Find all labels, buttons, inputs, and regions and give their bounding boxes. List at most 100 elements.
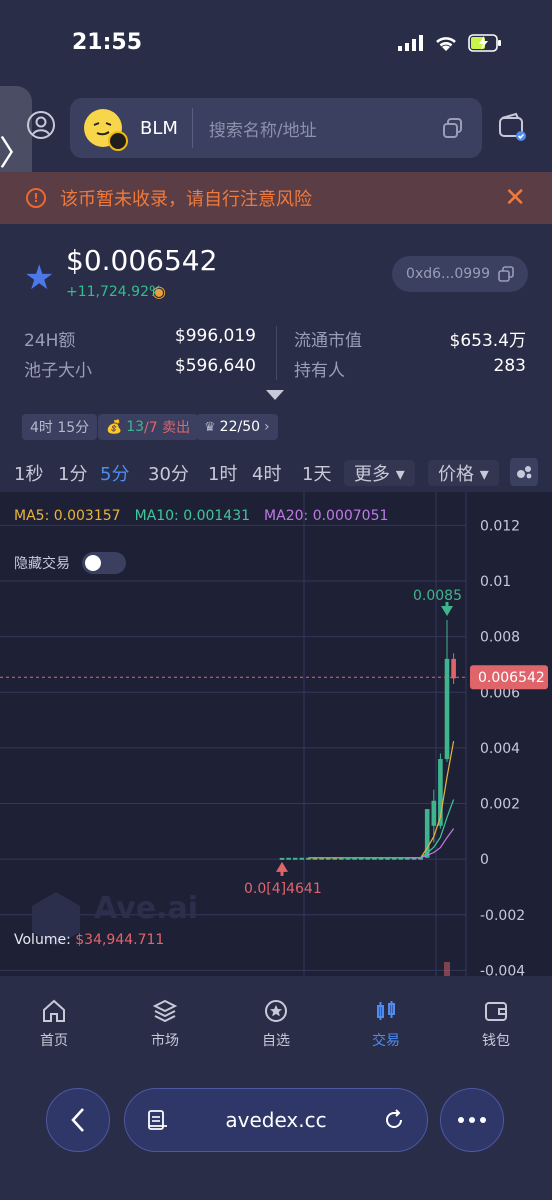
- ma5-label: MA5: 0.003157: [14, 508, 121, 524]
- ma10-label: MA10: 0.001431: [134, 508, 251, 524]
- hide-trades-toggle[interactable]: [82, 552, 126, 574]
- crown-icon: ♛: [204, 419, 216, 435]
- hide-trades-label: 隐藏交易: [14, 556, 70, 572]
- watermark-text: Ave.ai: [94, 891, 198, 926]
- expand-caret-icon[interactable]: [266, 390, 284, 400]
- tf-5m[interactable]: 5分: [100, 460, 129, 486]
- browser-toolbar: avedex.cc: [0, 1076, 552, 1200]
- star-circle-icon: [265, 1000, 287, 1022]
- candles-icon: [377, 1001, 395, 1020]
- copy-address-icon[interactable]: [498, 266, 514, 282]
- vol24h-value: $996,019: [174, 326, 256, 346]
- risk-warning-banner: ! 该币暂未收录，请自行注意风险 ✕: [0, 172, 552, 224]
- tf-1m[interactable]: 1分: [58, 460, 87, 486]
- candle-body: [444, 658, 450, 760]
- back-button[interactable]: [46, 1088, 110, 1152]
- reload-icon[interactable]: [383, 1109, 405, 1131]
- status-time: 21:55: [72, 30, 143, 55]
- token-avatar: [84, 109, 128, 151]
- more-options-button[interactable]: [440, 1088, 504, 1152]
- status-bar: 21:55: [0, 0, 552, 90]
- price-mode-dropdown[interactable]: 价格 ▾: [428, 460, 499, 486]
- risk-warning-text: 该币暂未收录，请自行注意风险: [60, 189, 312, 210]
- nav-home-label: 首页: [40, 1033, 68, 1049]
- price-chart[interactable]: 0.012 0.01 0.008 0.006 0.004 0.002 0 -0.002 -0.0…: [0, 492, 552, 976]
- tf-1s[interactable]: 1秒: [14, 460, 43, 486]
- price-mode-label: 价格: [438, 464, 474, 485]
- chain-badge-icon: [108, 131, 128, 151]
- chevron-right-small-icon: ›: [264, 419, 270, 435]
- ellipsis-icon: [458, 1117, 486, 1123]
- candle-body: [451, 658, 456, 679]
- tf-1h[interactable]: 1时: [208, 460, 237, 486]
- nav-market[interactable]: 市场: [125, 998, 205, 1050]
- wallet-icon: [485, 1002, 507, 1021]
- battery-icon: [468, 34, 501, 52]
- chart-settings-icon[interactable]: [510, 458, 538, 486]
- candle-body: [292, 857, 298, 860]
- search-input[interactable]: 搜索名称/地址: [209, 116, 442, 141]
- tf-4h[interactable]: 4时: [252, 460, 281, 486]
- signal-icon: [398, 35, 423, 51]
- y-tick-label: 0.008: [480, 630, 520, 646]
- coins-icon: ◉: [152, 282, 166, 301]
- moneybag-icon: 💰: [106, 419, 123, 435]
- y-tick-label: 0.002: [480, 797, 520, 813]
- tf-30m[interactable]: 30分: [148, 460, 189, 486]
- address-bar[interactable]: avedex.cc: [124, 1088, 428, 1152]
- user-icon[interactable]: [26, 110, 56, 140]
- market-cap-label: 流通市值: [294, 331, 362, 351]
- copy-icon[interactable]: [442, 117, 464, 139]
- tf-more-label: 更多: [354, 464, 390, 485]
- nav-home[interactable]: 首页: [14, 998, 94, 1050]
- vol24h-label: 24H额: [24, 331, 76, 351]
- close-icon[interactable]: ✕: [504, 183, 526, 213]
- y-tick-label: 0: [480, 852, 489, 868]
- bottom-nav: 首页 市场 自选 交易 钱包: [0, 976, 552, 1076]
- candle-body: [299, 857, 305, 860]
- high-arrow-icon: [441, 605, 453, 616]
- volume-bar: [444, 962, 450, 976]
- sell-count: /7 卖出: [144, 420, 191, 436]
- wifi-icon: [436, 37, 456, 51]
- y-tick-label: 0.004: [480, 741, 520, 757]
- current-price-label: 0.006542: [478, 670, 545, 686]
- buy-count: 13: [126, 419, 145, 435]
- tf-1d[interactable]: 1天: [302, 460, 331, 486]
- volume-readout: Volume: $34,944.711: [14, 932, 164, 948]
- token-price: $0.006542: [66, 244, 218, 277]
- low-arrow-stem: [280, 870, 284, 876]
- holders-label: 持有人: [294, 361, 345, 381]
- low-arrow-icon: [276, 861, 288, 872]
- high-price-label: 0.0085: [413, 588, 462, 604]
- nav-wallet-label: 钱包: [482, 1033, 510, 1049]
- buy-sell-chip[interactable]: 💰 13/7 卖出: [98, 414, 199, 440]
- info-icon: !: [26, 188, 46, 208]
- candle-body: [286, 857, 291, 860]
- contract-address-pill[interactable]: 0xd6...0999: [392, 256, 528, 292]
- y-tick-label: 0.01: [480, 574, 511, 590]
- ma-legend: MA5: 0.003157 MA10: 0.001431 MA20: 0.000…: [14, 508, 388, 524]
- y-tick-label: 0.012: [480, 518, 520, 534]
- favorite-star-icon[interactable]: ★: [24, 258, 54, 298]
- y-tick-label: -0.002: [480, 908, 525, 924]
- layers-icon: [152, 999, 178, 1023]
- candle-body: [431, 800, 437, 826]
- status-icons: [398, 34, 502, 52]
- holder-rank-chip[interactable]: ♛ 22/50 ›: [196, 414, 278, 440]
- search-bar[interactable]: BLM 搜索名称/地址: [70, 98, 482, 158]
- wallet-connect-icon[interactable]: [497, 112, 527, 142]
- nav-watchlist[interactable]: 自选: [236, 998, 316, 1050]
- market-cap-value: $653.4万: [449, 331, 526, 351]
- reader-mode-icon[interactable]: [147, 1109, 169, 1131]
- ma5-line: [308, 741, 455, 859]
- contract-address: 0xd6...0999: [406, 266, 490, 282]
- nav-trade[interactable]: 交易: [346, 998, 426, 1050]
- tf-more-dropdown[interactable]: 更多 ▾: [344, 460, 415, 486]
- url-text: avedex.cc: [225, 1108, 327, 1132]
- volume-label: Volume:: [14, 932, 71, 948]
- volume-value: $34,944.711: [75, 932, 165, 948]
- chevron-left-icon: [71, 1108, 84, 1132]
- nav-wallet[interactable]: 钱包: [456, 998, 536, 1050]
- nav-market-label: 市场: [151, 1033, 179, 1049]
